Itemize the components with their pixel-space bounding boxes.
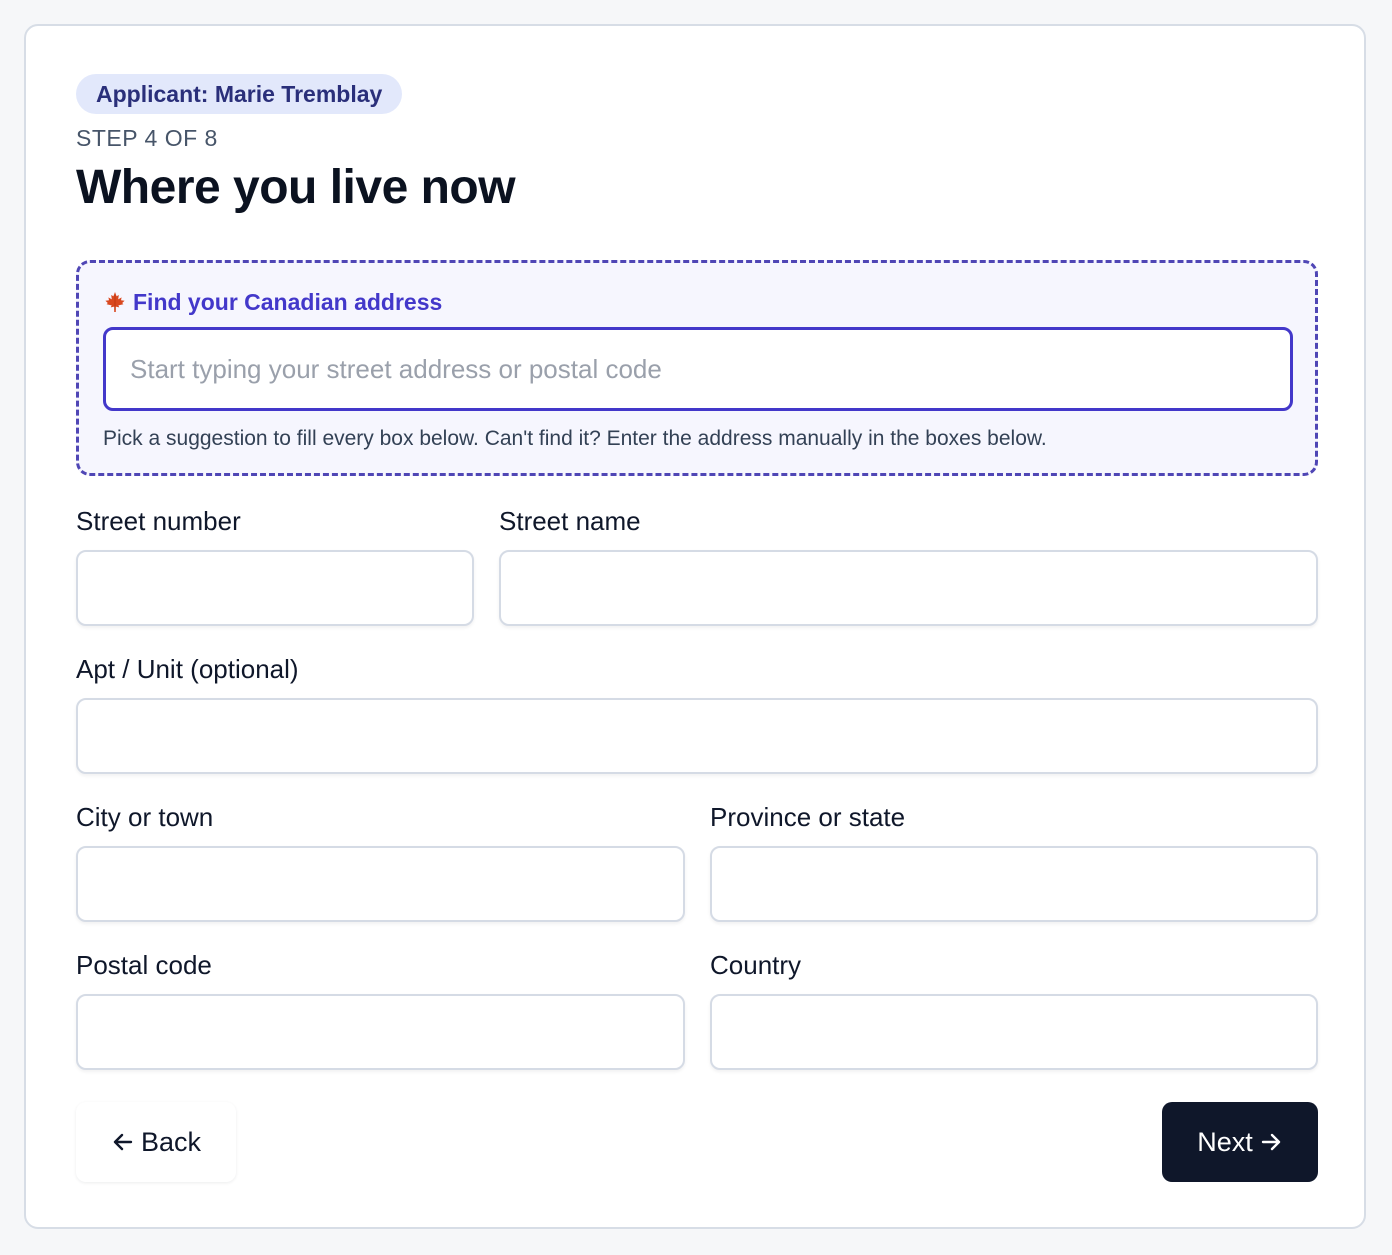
street-number-field-group: Street number [76, 504, 474, 626]
back-button[interactable]: Back [76, 1102, 236, 1182]
maple-leaf-icon [105, 292, 125, 312]
apt-unit-label: Apt / Unit (optional) [76, 654, 299, 684]
apt-unit-field-group: Apt / Unit (optional) [76, 652, 1318, 774]
country-field-group: Country [710, 948, 1318, 1070]
next-button[interactable]: Next [1162, 1102, 1318, 1182]
city-field-group: City or town [76, 800, 685, 922]
city-input[interactable] [76, 846, 685, 922]
street-name-label: Street name [499, 506, 641, 536]
step-indicator: STEP 4 OF 8 [76, 125, 218, 151]
province-field-group: Province or state [710, 800, 1318, 922]
street-name-field-group: Street name [499, 504, 1318, 626]
applicant-badge: Applicant: Marie Tremblay [76, 74, 403, 114]
street-number-label: Street number [76, 506, 241, 536]
address-lookup-panel: Find your Canadian address Pick a sugges… [76, 260, 1318, 476]
address-form-card: Applicant: Marie Tremblay STEP 4 OF 8 Wh… [24, 24, 1366, 1229]
country-input[interactable] [710, 994, 1318, 1070]
address-lookup-heading: Find your Canadian address [103, 287, 442, 317]
page-title: Where you live now [76, 161, 516, 214]
province-input[interactable] [710, 846, 1318, 922]
city-label: City or town [76, 802, 214, 832]
address-search-input[interactable] [103, 327, 1293, 411]
address-lookup-help-text: Pick a suggestion to fill every box belo… [103, 427, 1047, 450]
country-label: Country [710, 950, 802, 980]
next-button-label: Next [1197, 1126, 1253, 1157]
province-label: Province or state [710, 802, 906, 832]
arrow-left-icon [113, 1133, 133, 1151]
arrow-right-icon [1261, 1133, 1280, 1151]
street-number-input[interactable] [76, 550, 474, 626]
postal-code-label: Postal code [76, 950, 212, 980]
street-name-input[interactable] [499, 550, 1318, 626]
apt-unit-input[interactable] [76, 698, 1318, 774]
back-button-label: Back [140, 1126, 202, 1157]
form-content: Applicant: Marie Tremblay STEP 4 OF 8 Wh… [76, 74, 1318, 1182]
postal-code-field-group: Postal code [76, 948, 685, 1070]
address-lookup-title: Find your Canadian address [133, 289, 443, 315]
postal-code-input[interactable] [76, 994, 685, 1070]
